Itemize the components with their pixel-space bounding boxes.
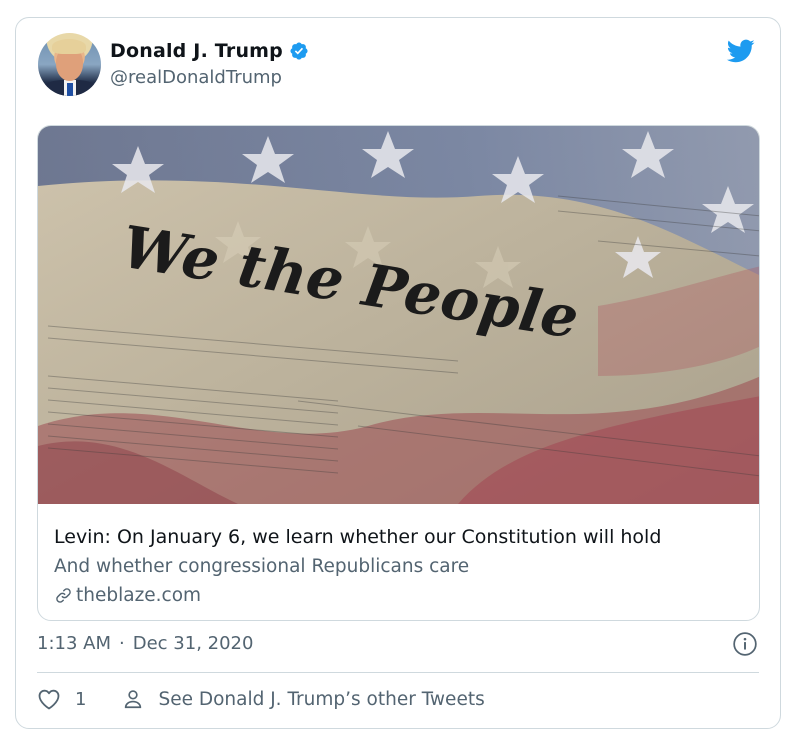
verified-badge-icon [290, 42, 308, 60]
link-icon [56, 588, 71, 603]
avatar-tie [67, 83, 73, 96]
link-title[interactable]: Levin: On January 6, we learn whether ou… [54, 526, 661, 548]
link-preview-card[interactable]: We the People Levin: On January 6, we le… [37, 125, 760, 621]
like-count: 1 [75, 688, 87, 710]
see-other-tweets-link[interactable]: See Donald J. Trump’s other Tweets [122, 688, 485, 710]
person-icon [125, 690, 142, 709]
timestamp-separator: · [119, 633, 125, 654]
like-button[interactable]: 1 [37, 688, 86, 710]
tweet-card[interactable]: Donald J. Trump @realDonaldTrump We the … [15, 17, 781, 729]
see-other-tweets-label[interactable]: See Donald J. Trump’s other Tweets [158, 689, 484, 710]
tweet-actions: 1 See Donald J. Trump’s other Tweets [37, 688, 485, 710]
divider [37, 672, 759, 673]
link-preview-image[interactable]: We the People [38, 126, 760, 504]
tweet-time[interactable]: 1:13 AM [37, 633, 111, 654]
author-handle[interactable]: @realDonaldTrump [110, 67, 282, 88]
twitter-bird-icon[interactable] [724, 37, 758, 65]
avatar-hair [52, 39, 86, 54]
heart-icon[interactable] [37, 688, 61, 710]
author-display-name[interactable]: Donald J. Trump [110, 40, 283, 62]
avatar[interactable] [38, 33, 101, 96]
tweet-timestamp[interactable]: 1:13 AM · Dec 31, 2020 [37, 633, 253, 654]
link-domain: theblaze.com [76, 585, 202, 606]
link-domain-row[interactable]: theblaze.com [54, 585, 201, 606]
link-description: And whether congressional Republicans ca… [54, 556, 470, 577]
tweet-date[interactable]: Dec 31, 2020 [133, 633, 254, 654]
author-name-row[interactable]: Donald J. Trump [110, 40, 309, 62]
info-icon[interactable] [732, 631, 758, 657]
